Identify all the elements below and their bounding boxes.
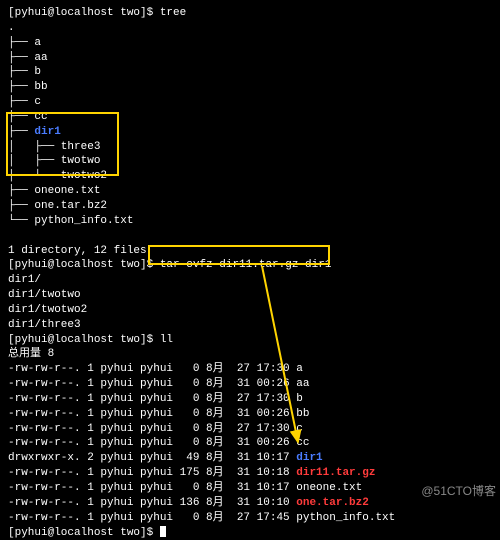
tree-summary: 1 directory, 12 files — [8, 244, 492, 259]
ll-row: -rw-rw-r--. 1 pyhui pyhui 175 8月 31 10:1… — [8, 466, 492, 481]
ll-row: -rw-rw-r--. 1 pyhui pyhui 0 8月 31 00:26 … — [8, 377, 492, 392]
ll-row: -rw-rw-r--. 1 pyhui pyhui 0 8月 27 17:30 … — [8, 422, 492, 437]
ll-row: -rw-rw-r--. 1 pyhui pyhui 0 8月 27 17:30 … — [8, 392, 492, 407]
tree-item-pyinfo: └── python_info.txt — [8, 214, 492, 229]
prompt-line-last[interactable]: [pyhui@localhost two]$ — [8, 526, 492, 540]
ll-row: -rw-rw-r--. 1 pyhui pyhui 0 8月 31 00:26 … — [8, 407, 492, 422]
prompt: [pyhui@localhost two]$ — [8, 527, 160, 539]
tree-item-aa: ├── aa — [8, 51, 492, 66]
tar-out-0: dir1/ — [8, 273, 492, 288]
tar-out-3: dir1/three3 — [8, 318, 492, 333]
prompt-line-tree: [pyhui@localhost two]$ tree — [8, 6, 492, 21]
tree-item-a: ├── a — [8, 36, 492, 51]
tree-item-twotwo: │ ├── twotwo — [8, 154, 492, 169]
prompt: [pyhui@localhost two]$ — [8, 7, 160, 19]
ll-row: -rw-rw-r--. 1 pyhui pyhui 136 8月 31 10:1… — [8, 496, 492, 511]
tree-item-onetar: ├── one.tar.bz2 — [8, 199, 492, 214]
prompt-line-ll: [pyhui@localhost two]$ ll — [8, 333, 492, 348]
ll-row: -rw-rw-r--. 1 pyhui pyhui 0 8月 31 10:17 … — [8, 481, 492, 496]
dir1-label: dir1 — [34, 126, 60, 138]
tar-out-2: dir1/twotwo2 — [8, 303, 492, 318]
tree-item-twotwo2: │ └── twotwo2 — [8, 169, 492, 184]
cursor — [160, 526, 166, 537]
tree-item-bb: ├── bb — [8, 80, 492, 95]
tree-item-b: ├── b — [8, 65, 492, 80]
tree-item-c: ├── c — [8, 95, 492, 110]
watermark: @51CTO博客 — [421, 483, 496, 499]
ll-row: drwxrwxr-x. 2 pyhui pyhui 49 8月 31 10:17… — [8, 451, 492, 466]
prompt-line-tar: [pyhui@localhost two]$ tar cvfz dir11.ta… — [8, 258, 492, 273]
blank-line — [8, 229, 492, 244]
tree-root: . — [8, 21, 492, 36]
command-tar: tar cvfz dir11.tar.gz dir1 — [160, 259, 332, 271]
prompt: [pyhui@localhost two]$ — [8, 334, 160, 346]
ll-row: -rw-rw-r--. 1 pyhui pyhui 0 8月 31 00:26 … — [8, 436, 492, 451]
ll-total: 总用量 8 — [8, 347, 492, 362]
command-tree: tree — [160, 7, 186, 19]
prompt: [pyhui@localhost two]$ — [8, 259, 160, 271]
ll-listing: -rw-rw-r--. 1 pyhui pyhui 0 8月 27 17:30 … — [8, 362, 492, 525]
ll-row: -rw-rw-r--. 1 pyhui pyhui 0 8月 27 17:30 … — [8, 362, 492, 377]
tree-item-dir1: ├── dir1 — [8, 125, 492, 140]
tree-item-cc: ├── cc — [8, 110, 492, 125]
ll-row: -rw-rw-r--. 1 pyhui pyhui 0 8月 27 17:45 … — [8, 511, 492, 526]
tar-out-1: dir1/twotwo — [8, 288, 492, 303]
command-ll: ll — [160, 334, 173, 346]
tree-item-oneone: ├── oneone.txt — [8, 184, 492, 199]
tree-item-three3: │ ├── three3 — [8, 140, 492, 155]
